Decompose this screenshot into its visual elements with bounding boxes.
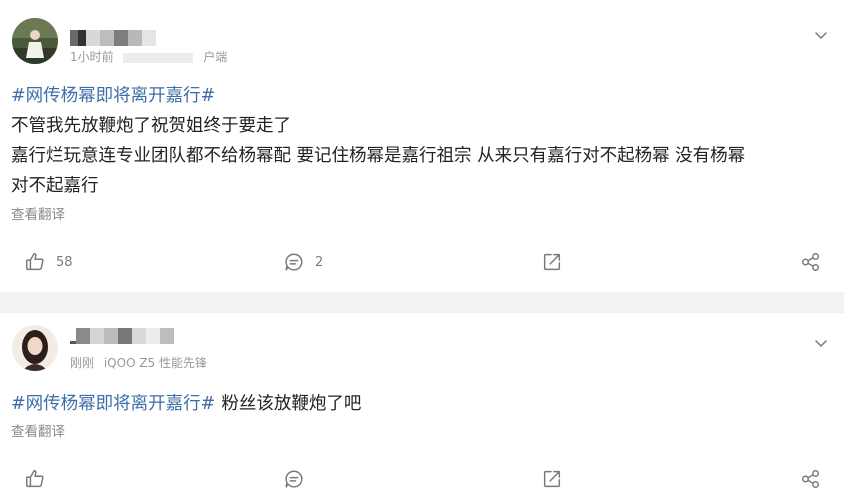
- user-avatar[interactable]: [12, 18, 58, 64]
- topic-link[interactable]: #网传杨幂即将离开嘉行#: [11, 394, 215, 414]
- post-meta: 刚刚 iQOO Z5 性能先锋: [70, 354, 213, 371]
- post-line: 粉丝该放鞭炮了吧: [221, 394, 362, 414]
- share-icon: [543, 253, 561, 271]
- share-icon: [543, 470, 561, 488]
- comment-button[interactable]: 2: [283, 251, 323, 273]
- post-device: iQOO Z5 性能先锋: [103, 356, 207, 370]
- post-meta: 1小时前 户端: [70, 48, 233, 65]
- post-body: #网传杨幂即将离开嘉行# 不管我先放鞭炮了祝贺姐终于要走了 嘉行烂玩意连专业团队…: [11, 81, 830, 201]
- post-line: 不管我先放鞭炮了祝贺姐终于要走了: [11, 116, 291, 136]
- topic-link[interactable]: #网传杨幂即将离开嘉行#: [11, 81, 830, 111]
- post-client: 户端: [203, 50, 228, 64]
- username-redacted[interactable]: [70, 30, 156, 46]
- repost-icon: [802, 253, 820, 271]
- like-button[interactable]: 58: [24, 251, 73, 273]
- repost-icon: [802, 470, 820, 488]
- post-card: 1小时前 户端 #网传杨幂即将离开嘉行# 不管我先放鞭炮了祝贺姐终于要走了 嘉行…: [0, 0, 844, 292]
- share-button[interactable]: [541, 468, 563, 490]
- user-avatar[interactable]: [12, 325, 58, 371]
- repost-button[interactable]: [800, 251, 822, 273]
- like-button[interactable]: [24, 468, 46, 490]
- post-line: 嘉行烂玩意连专业团队都不给杨幂配 要记住杨幂是嘉行祖宗 从来只有嘉行对不起杨幂 …: [11, 146, 746, 166]
- chevron-down-icon[interactable]: [814, 28, 828, 42]
- action-bar: [0, 468, 844, 492]
- post-card: 刚刚 iQOO Z5 性能先锋 #网传杨幂即将离开嘉行# 粉丝该放鞭炮了吧 查看翻…: [0, 313, 844, 501]
- translate-link[interactable]: 查看翻译: [11, 203, 65, 223]
- action-bar: 58 2: [0, 251, 844, 275]
- post-time: 1小时前: [70, 50, 114, 64]
- repost-button[interactable]: [800, 468, 822, 490]
- chevron-down-icon[interactable]: [814, 336, 828, 350]
- translate-link[interactable]: 查看翻译: [11, 420, 65, 440]
- comment-icon: [285, 253, 303, 271]
- comment-icon: [285, 470, 303, 488]
- like-icon: [26, 253, 44, 271]
- username-redacted[interactable]: [70, 328, 174, 344]
- share-button[interactable]: [541, 251, 563, 273]
- post-body: #网传杨幂即将离开嘉行# 粉丝该放鞭炮了吧: [11, 389, 830, 419]
- like-icon: [26, 470, 44, 488]
- like-count: 58: [56, 254, 73, 270]
- meta-redacted: [123, 52, 194, 63]
- comment-count: 2: [315, 254, 324, 270]
- comment-button[interactable]: [283, 468, 305, 490]
- post-time: 刚刚: [70, 356, 95, 370]
- post-line: 对不起嘉行: [11, 176, 99, 196]
